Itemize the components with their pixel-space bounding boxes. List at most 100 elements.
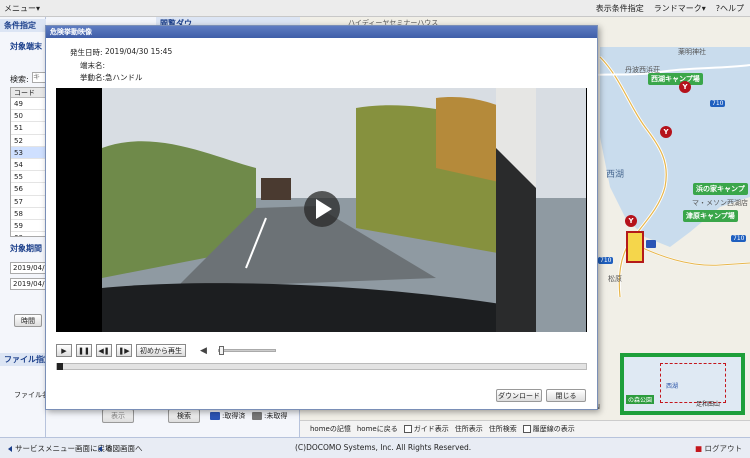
display-button[interactable]: 表示 [102,409,134,423]
back-to-map-link[interactable]: 地図画面へ [98,443,143,454]
checkbox-box[interactable] [522,425,531,433]
display-conditions-link[interactable]: 表示条件指定 [596,3,644,14]
back-to-service-menu-link[interactable]: サービスメニュー画面に戻る [8,443,113,454]
dialog-title: 危険挙動映像 [46,26,597,38]
end-date-field[interactable]: 2019/04/3 [10,278,46,290]
poi-saiko-camp[interactable]: 西湖キャンプ場 [648,73,703,85]
step-forward-button[interactable]: ❚▶ [116,344,132,357]
logout-link[interactable]: ■ ログアウト [695,443,742,454]
list-item[interactable]: 54 [11,159,45,172]
file-spec-heading: ファイル指定 [0,353,46,366]
video-player[interactable] [56,88,587,332]
event-marker[interactable]: Y [679,81,691,93]
list-item-selected[interactable]: 53 [11,146,45,159]
logout-label: ログアウト [704,444,743,453]
start-date-field[interactable]: 2019/04/3 [10,262,46,274]
behavior-value: 急ハンドル [105,73,143,82]
occurred-value: 2019/04/30 15:45 [105,47,173,56]
map-label-matsubara: 松原 [608,275,622,283]
legend-not-acquired: :未取得 [252,411,287,421]
hour-button[interactable]: 時間 [14,314,42,327]
overview-mountain-label: 足和田山 [696,401,721,408]
list-item[interactable]: 59 [11,220,45,233]
address-search-link[interactable]: 住所検索 [489,424,517,434]
menu-button[interactable]: メニュー▾ [4,3,40,14]
guide-label: ガイド表示 [413,425,449,433]
volume-slider[interactable] [218,346,276,355]
help-link[interactable]: ?ヘルプ [716,3,744,14]
history-lines-checkbox[interactable]: 履歴線の表示 [522,424,575,434]
top-menu-bar: メニュー▾ 表示条件指定 ランドマーク▾ ?ヘルプ [0,0,750,17]
history-lines-label: 履歴線の表示 [532,425,575,433]
pause-button[interactable]: ❚❚ [76,344,92,357]
code-column-header: コード [11,88,45,98]
play-button[interactable]: ▶ [56,344,72,357]
home-back-link[interactable]: homeに戻る [357,424,398,434]
home-store-link[interactable]: homeの記憶 [310,424,351,434]
video-frame [56,88,587,332]
camera-icon [210,412,220,420]
camera-icon [252,412,262,420]
seek-handle[interactable] [57,363,63,370]
pause-icon: ❚❚ [78,346,90,355]
terminal-code-list[interactable]: コード 49 50 51 52 53 54 55 56 57 58 59 60 [10,87,46,237]
legend-acquired-label: :取得済 [222,412,246,420]
event-marker[interactable]: Y [625,215,637,227]
copyright-text: (C)DOCOMO Systems, Inc. All Rights Reser… [295,443,472,452]
logout-icon: ■ [695,444,703,453]
poi-tsubara-camp[interactable]: 津原キャンプ場 [683,210,738,222]
replay-from-start-button[interactable]: 初めから再生 [136,344,186,357]
playback-controls: ▶ ❚❚ ◀❚ ❚▶ 初めから再生 ◀ [56,344,276,357]
route-badge: 710 [710,100,726,107]
list-item[interactable]: 49 [11,98,45,111]
close-button[interactable]: 閉じる [546,389,586,402]
legend-not-acquired-label: :未取得 [264,412,288,420]
selected-event-marker[interactable] [626,231,644,263]
camera-icon[interactable] [646,240,656,248]
behavior-label: 挙動名: [80,73,106,82]
bottom-bar: サービスメニュー画面に戻る 地図画面へ (C)DOCOMO Systems, I… [0,437,750,458]
guide-checkbox[interactable]: ガイド表示 [403,424,449,434]
download-button[interactable]: ダウンロード [496,389,542,402]
volume-slider-handle[interactable] [219,346,224,355]
event-marker[interactable]: Y [660,126,672,138]
target-terminal-heading: 対象端末 [10,42,42,51]
list-item[interactable]: 51 [11,122,45,135]
map-footer-bar: homeの記憶 homeに戻る ガイド表示 住所表示 住所検索 履歴線の表示 [300,420,750,437]
overview-park-label: の森公園 [626,395,655,404]
list-item[interactable]: 60 [11,232,45,236]
seek-bar[interactable] [56,363,587,370]
overview-map[interactable]: 西湖 の森公園 足和田山 [620,353,745,415]
list-item[interactable]: 55 [11,171,45,184]
terminal-search-input[interactable] [32,72,46,83]
route-badge: 710 [731,235,747,242]
map-label-lake: 西湖 [606,170,625,180]
address-display-link[interactable]: 住所表示 [455,424,483,434]
step-back-button[interactable]: ◀❚ [96,344,112,357]
route-badge: 710 [598,257,614,264]
list-item[interactable]: 58 [11,208,45,220]
volume-icon[interactable]: ◀ [200,346,212,356]
play-icon: ▶ [61,346,67,355]
map-label-shop: マ・メソン西湖店 [692,199,748,207]
search-button[interactable]: 検索 [168,409,200,423]
list-item[interactable]: 56 [11,183,45,196]
list-item[interactable]: 50 [11,110,45,123]
landmark-menu[interactable]: ランドマーク▾ [654,3,706,14]
list-item[interactable]: 52 [11,135,45,147]
back-arrow-icon [98,446,102,452]
terminal-label: 端末名: [80,61,106,70]
back-arrow-icon [8,446,12,452]
search-label: 検索: [10,75,29,84]
step-forward-icon: ❚▶ [118,346,130,355]
poi-hamanoie-camp[interactable]: 浜の家キャンプ [693,183,748,195]
conditions-title: 条件指定 [0,19,46,32]
danger-video-dialog: 危険挙動映像 発生日時: 2019/04/30 15:45 端末名: 挙動名: … [45,25,598,410]
conditions-panel: 条件指定 対象端末 検索: コード 49 50 51 52 53 54 55 5… [0,17,51,437]
map-label-shrine: 薬明神社 [678,48,706,56]
checkbox-box[interactable] [403,425,412,433]
back-map-label: 地図画面へ [105,444,143,453]
legend-acquired: :取得済 [210,411,245,421]
step-back-icon: ◀❚ [98,346,110,355]
list-item[interactable]: 57 [11,196,45,208]
